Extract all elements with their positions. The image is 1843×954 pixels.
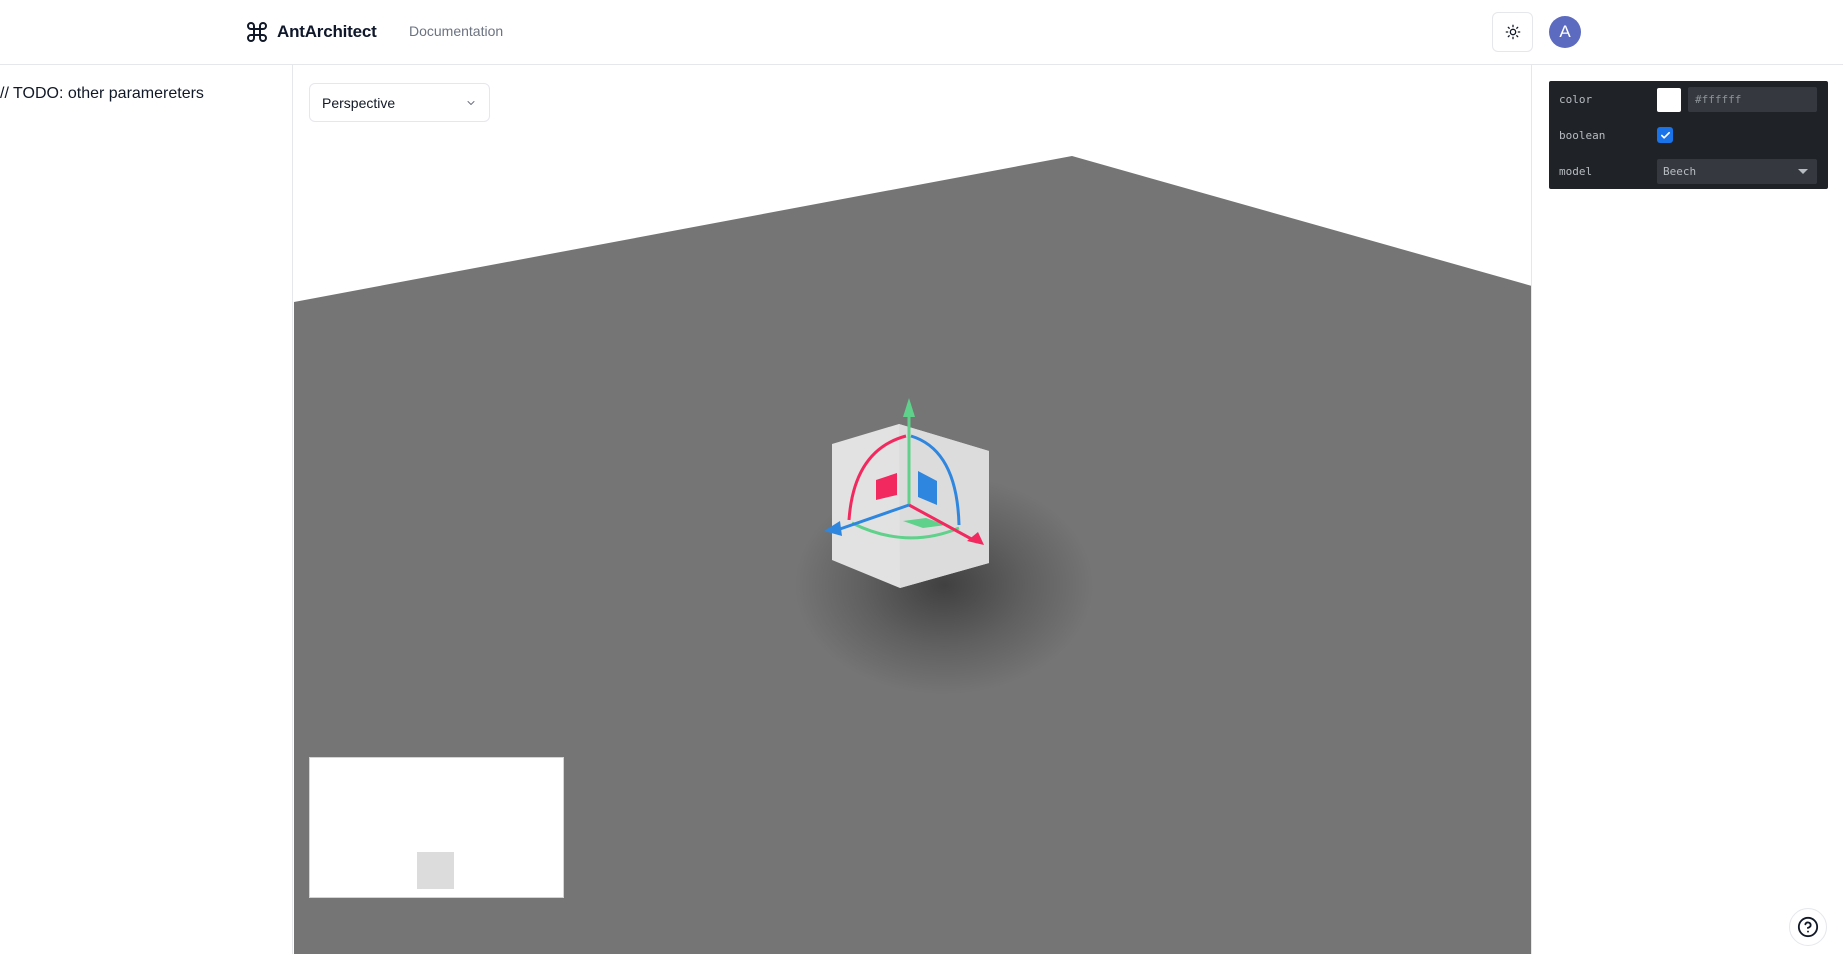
todo-note: // TODO: other paramereters	[0, 85, 204, 102]
brand-name: AntArchitect	[277, 22, 377, 41]
model-label: model	[1559, 165, 1593, 178]
camera-mode-select[interactable]: Perspective	[309, 83, 490, 122]
nav-link-documentation[interactable]: Documentation	[409, 23, 503, 39]
theme-toggle-button[interactable]	[1492, 12, 1533, 52]
boolean-label: boolean	[1559, 129, 1606, 142]
boolean-checkbox[interactable]	[1657, 127, 1673, 143]
controls-panel: color #ffffff boolean model Beech	[1549, 81, 1828, 189]
minimap-object	[417, 852, 454, 889]
camera-mode-value: Perspective	[322, 94, 396, 111]
model-select[interactable]: Beech	[1657, 159, 1817, 184]
control-row-color: color #ffffff	[1549, 81, 1828, 117]
checkmark-icon	[1660, 131, 1670, 139]
color-label: color	[1559, 93, 1593, 106]
sun-icon	[1505, 24, 1520, 40]
control-row-boolean: boolean	[1549, 117, 1828, 153]
parameters-sidebar: // TODO: other paramereters	[0, 65, 293, 954]
help-button[interactable]	[1789, 908, 1827, 946]
top-view-minimap[interactable]	[309, 757, 564, 898]
color-hex-input[interactable]: #ffffff	[1688, 87, 1817, 112]
brand-link[interactable]: AntArchitect	[245, 20, 377, 44]
caret-down-icon	[1798, 169, 1808, 174]
color-swatch[interactable]	[1657, 88, 1681, 112]
help-circle-icon	[1797, 916, 1819, 938]
chevron-down-icon	[467, 101, 475, 105]
3d-viewport[interactable]: Perspective	[294, 65, 1532, 954]
command-icon	[247, 22, 267, 42]
control-row-model: model Beech	[1549, 153, 1828, 189]
model-select-value: Beech	[1663, 165, 1697, 178]
user-avatar[interactable]: A	[1549, 16, 1581, 48]
top-navigation-bar: AntArchitect Documentation A	[0, 0, 1843, 65]
